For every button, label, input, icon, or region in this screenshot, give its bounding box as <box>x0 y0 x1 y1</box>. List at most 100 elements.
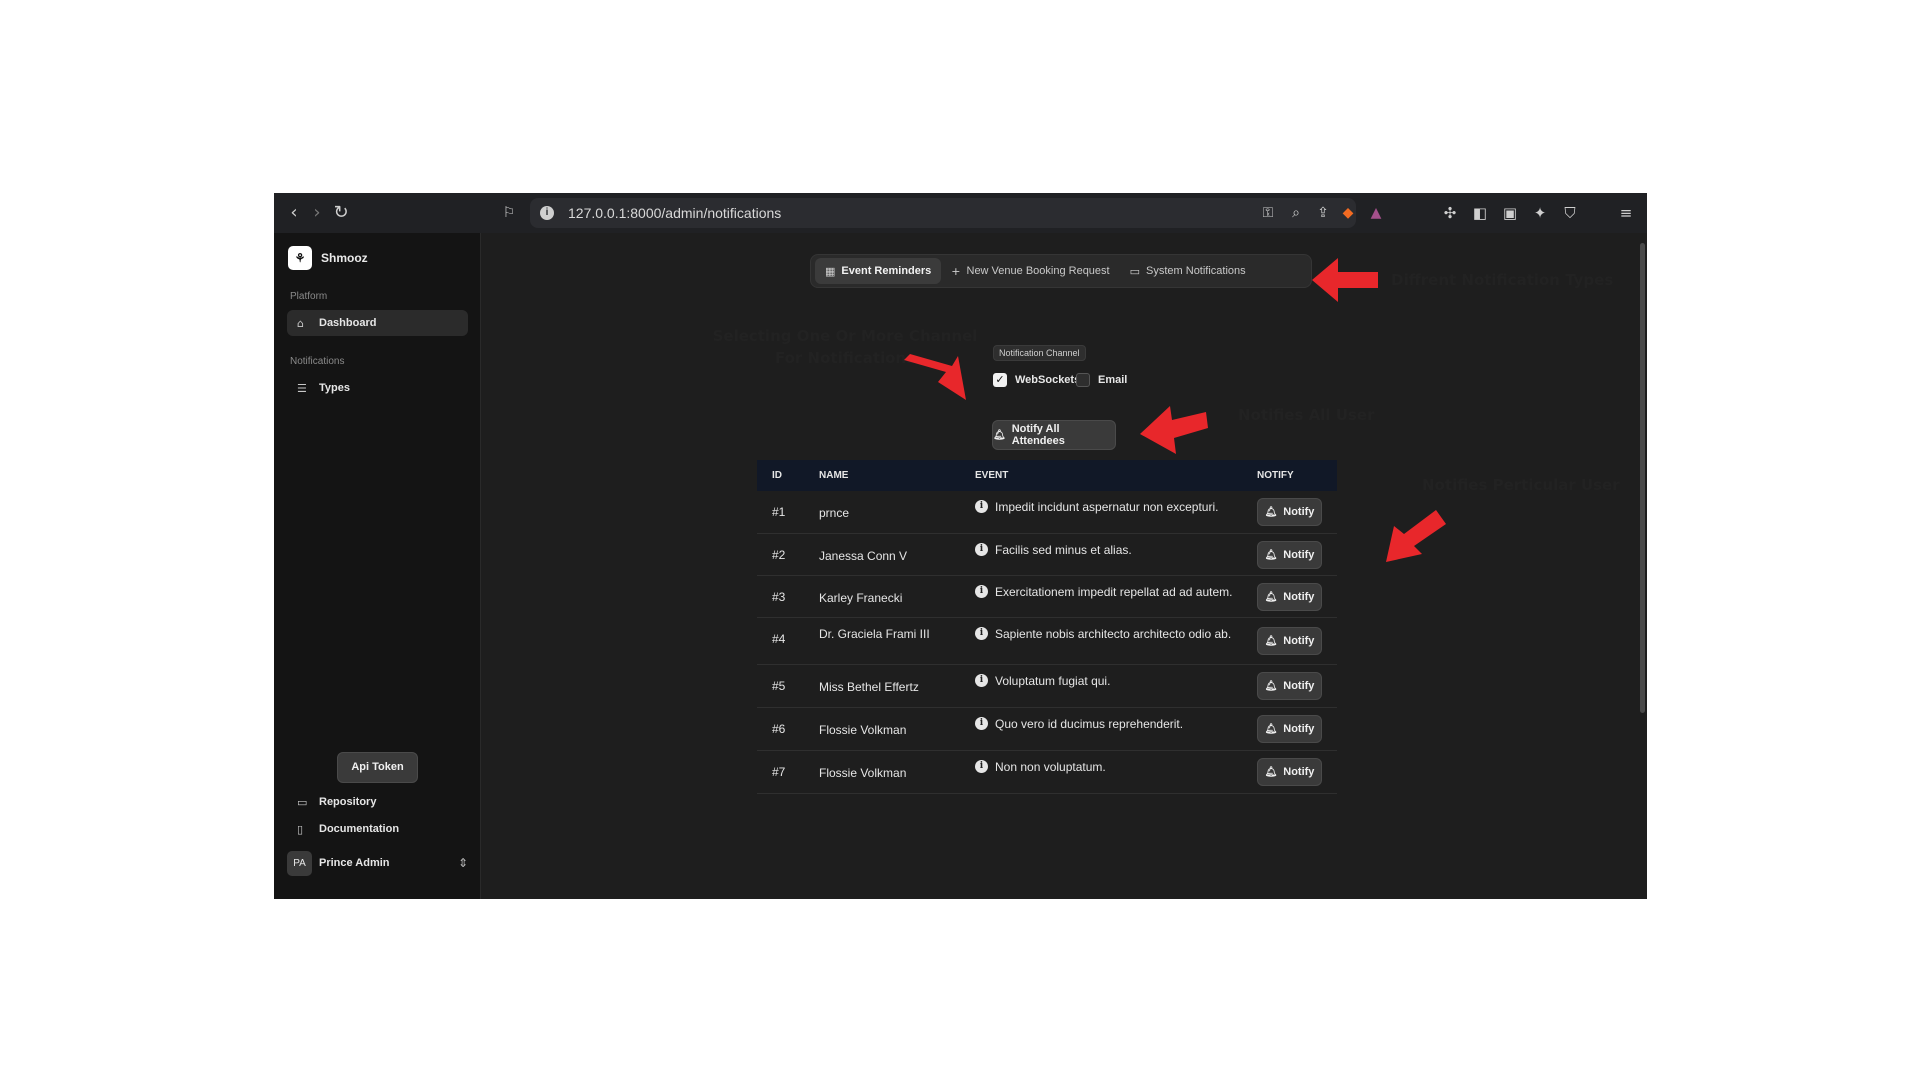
row-id: #4 <box>772 632 786 646</box>
event-text: Non non voluptatum. <box>995 760 1106 774</box>
sidebar-item-types[interactable]: ☰ Types <box>287 375 468 401</box>
bell-icon: 🔔︎ <box>1264 723 1278 735</box>
row-event: i Non non voluptatum. <box>975 751 1257 774</box>
row-id: #2 <box>772 548 786 562</box>
wallet-icon[interactable]: ▣ <box>1501 204 1519 222</box>
tab-event-reminders[interactable]: ▦ Event Reminders <box>815 258 942 284</box>
sidebar-item-dashboard[interactable]: ⌂ Dashboard <box>287 310 468 336</box>
sidebar-item-documentation[interactable]: ▯ Documentation <box>287 816 468 842</box>
column-header-event: EVENT <box>975 470 1009 481</box>
notify-button[interactable]: 🔔︎ Notify <box>1257 627 1322 655</box>
monitor-icon: ▭ <box>1129 264 1141 278</box>
table-row: #4 Dr. Graciela Frami III i Sapiente nobis … <box>757 618 1337 665</box>
api-token-button[interactable]: Api Token <box>337 752 418 783</box>
button-label: Notify <box>1283 591 1315 603</box>
notify-button[interactable]: 🔔︎ Notify <box>1257 541 1322 569</box>
list-icon: ☰ <box>297 381 307 395</box>
main-content: ▦ Event Reminders + New Venue Booking Re… <box>481 233 1647 899</box>
calendar-icon: ▦ <box>825 264 836 278</box>
checkbox-label: WebSockets <box>1015 374 1081 386</box>
section-label-platform: Platform <box>290 291 328 302</box>
info-icon: i <box>975 760 988 773</box>
row-event: i Facilis sed minus et alias. <box>975 534 1257 557</box>
info-icon: i <box>975 543 988 556</box>
tab-label: System Notifications <box>1146 265 1246 277</box>
checkbox-unchecked-icon[interactable] <box>1076 373 1090 387</box>
key-icon[interactable]: ⚿ <box>1260 205 1276 221</box>
checkbox-checked-icon[interactable]: ✓ <box>993 373 1007 387</box>
event-text: Impedit incidunt aspernatur non exceptur… <box>995 500 1219 514</box>
event-text: Quo vero id ducimus reprehenderit. <box>995 717 1184 731</box>
sidebar-item-label: Types <box>319 382 350 394</box>
row-id: #3 <box>772 590 786 604</box>
back-icon[interactable]: ‹ <box>284 203 304 223</box>
notification-type-tabs: ▦ Event Reminders + New Venue Booking Re… <box>810 254 1312 288</box>
notify-button[interactable]: 🔔︎ Notify <box>1257 583 1322 611</box>
notify-button[interactable]: 🔔︎ Notify <box>1257 672 1322 700</box>
row-id: #5 <box>772 679 786 693</box>
plus-icon: + <box>951 264 961 278</box>
scrollbar[interactable] <box>1640 243 1645 713</box>
url-text: 127.0.0.1:8000/admin/notifications <box>568 205 782 221</box>
row-id: #7 <box>772 765 786 779</box>
notify-button[interactable]: 🔔︎ Notify <box>1257 715 1322 743</box>
row-notify-cell: 🔔︎ Notify <box>1257 618 1337 655</box>
info-icon: i <box>975 717 988 730</box>
user-menu[interactable]: PA Prince Admin ⇕ <box>287 849 468 877</box>
row-name: Flossie Volkman <box>819 723 907 737</box>
browser-toolbar: ‹ › ↻ ⚐ i 127.0.0.1:8000/admin/notificat… <box>274 193 1647 233</box>
row-event: i Voluptatum fugiat qui. <box>975 665 1257 688</box>
vpn-icon[interactable]: ⛉ <box>1561 204 1579 222</box>
sidebar-item-repository[interactable]: ▭ Repository <box>287 789 468 815</box>
notification-channel-badge: Notification Channel <box>993 345 1086 361</box>
attendees-table: ID NAME EVENT NOTIFY #1 prnce i Impedit inc… <box>757 460 1337 794</box>
row-event: i Sapiente nobis architecto architecto od… <box>975 618 1257 641</box>
bell-icon: 🔔︎ <box>1264 549 1278 561</box>
forward-icon[interactable]: › <box>307 203 327 223</box>
leo-icon[interactable]: ✦ <box>1531 204 1549 222</box>
websockets-checkbox[interactable]: ✓ WebSockets <box>993 373 1080 387</box>
sidebar-item-label: Dashboard <box>319 317 377 329</box>
row-name: Karley Franecki <box>819 591 903 605</box>
sidebar-item-label: Documentation <box>319 823 400 835</box>
row-name: Miss Bethel Effertz <box>819 680 919 694</box>
tab-new-venue-booking-request[interactable]: + New Venue Booking Request <box>941 258 1119 284</box>
notify-button[interactable]: 🔔︎ Notify <box>1257 758 1322 786</box>
email-checkbox[interactable]: Email <box>1076 373 1127 387</box>
event-text: Sapiente nobis architecto architecto odi… <box>995 627 1232 641</box>
extensions-icon[interactable]: ✣ <box>1441 204 1459 222</box>
annotation-notify-all: Notifies All User <box>1238 406 1375 424</box>
share-icon[interactable]: ⇪ <box>1315 205 1331 221</box>
row-event: i Impedit incidunt aspernatur non exceptu… <box>975 491 1257 514</box>
tab-label: New Venue Booking Request <box>966 265 1110 277</box>
address-bar[interactable]: i 127.0.0.1:8000/admin/notifications ⚿ ⌕… <box>530 198 1381 228</box>
reload-icon[interactable]: ↻ <box>331 203 351 223</box>
zoom-icon[interactable]: ⌕ <box>1288 205 1304 221</box>
brave-rewards-icon[interactable]: ▲ <box>1368 205 1384 221</box>
row-event: i Exercitationem impedit repellat ad ad a… <box>975 576 1257 599</box>
bell-icon: 🔔︎ <box>1264 680 1278 692</box>
bell-icon: 🔔︎ <box>1264 506 1278 518</box>
notify-all-attendees-button[interactable]: 🔔︎ Notify All Attendees <box>992 420 1116 450</box>
bell-icon: 🔔︎ <box>993 429 1006 441</box>
sidebar: ⚘ Shmooz Platform ⌂ Dashboard Notificati… <box>274 233 481 899</box>
brave-shield-icon[interactable]: ◆ <box>1340 205 1356 221</box>
info-icon: i <box>975 627 988 640</box>
info-icon[interactable]: i <box>540 206 554 220</box>
sidebar-icon[interactable]: ◧ <box>1471 204 1489 222</box>
row-notify-cell: 🔔︎ Notify <box>1257 665 1337 700</box>
button-label: Notify <box>1283 766 1315 778</box>
bell-icon: 🔔︎ <box>1264 766 1278 778</box>
bookmark-icon[interactable]: ⚐ <box>499 203 519 223</box>
table-row: #5 Miss Bethel Effertz i Voluptatum fugiat … <box>757 665 1337 708</box>
row-notify-cell: 🔔︎ Notify <box>1257 491 1337 526</box>
app-logo[interactable]: ⚘ <box>288 246 312 270</box>
arrow-icon <box>1386 510 1446 562</box>
arrow-icon <box>1140 406 1208 454</box>
row-name: prnce <box>819 506 850 520</box>
tab-system-notifications[interactable]: ▭ System Notifications <box>1120 258 1256 284</box>
notify-button[interactable]: 🔔︎ Notify <box>1257 498 1322 526</box>
row-name: Flossie Volkman <box>819 766 907 780</box>
menu-icon[interactable]: ≡ <box>1617 204 1635 222</box>
table-row: #6 Flossie Volkman i Quo vero id ducimus re… <box>757 708 1337 751</box>
